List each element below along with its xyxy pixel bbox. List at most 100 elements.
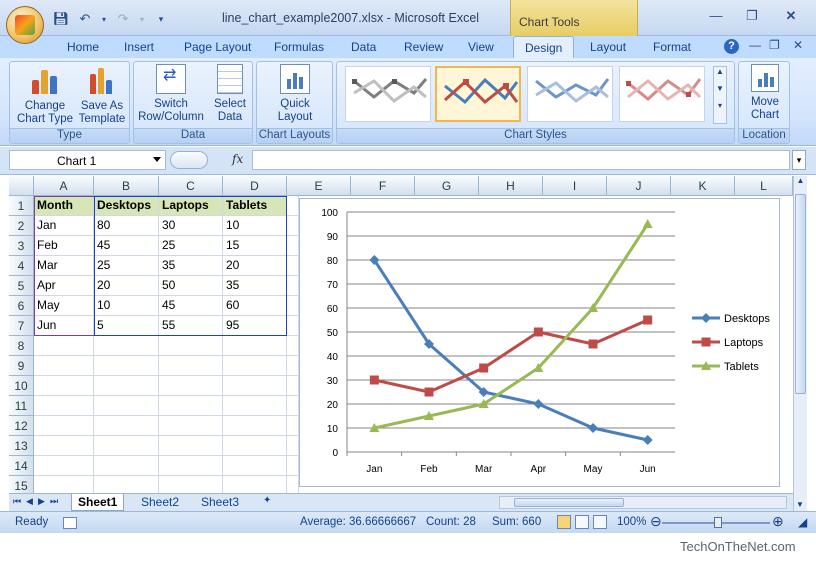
- row-header-7[interactable]: 7: [9, 316, 34, 336]
- last-sheet-icon[interactable]: ⏭︎: [50, 496, 58, 507]
- tab-view[interactable]: View: [468, 40, 494, 54]
- column-header-l[interactable]: L: [735, 176, 793, 196]
- column-header-i[interactable]: I: [543, 176, 607, 196]
- name-box[interactable]: Chart 1: [9, 150, 166, 170]
- empty-cell[interactable]: [159, 336, 223, 356]
- data-cell[interactable]: Jan: [34, 216, 94, 236]
- styles-scroll-down-icon[interactable]: ▼: [714, 84, 726, 93]
- styles-scroll-up-icon[interactable]: ▲: [714, 67, 726, 76]
- page-layout-view-icon[interactable]: [575, 515, 589, 529]
- quick-layout-button[interactable]: Quick Layout: [265, 64, 325, 124]
- redo-icon[interactable]: ↷: [114, 11, 132, 27]
- data-cell[interactable]: 95: [223, 316, 287, 336]
- formula-bar-resize-handle[interactable]: [170, 151, 208, 169]
- workbook-restore-button[interactable]: ❐: [769, 38, 780, 52]
- empty-cell[interactable]: [287, 356, 299, 376]
- select-all-corner[interactable]: [9, 176, 34, 196]
- zoom-in-icon[interactable]: ⊕: [772, 513, 784, 530]
- data-cell[interactable]: 35: [223, 276, 287, 296]
- empty-cell[interactable]: [287, 456, 299, 476]
- change-chart-type-button[interactable]: Change Chart Type: [15, 64, 75, 126]
- data-cell[interactable]: May: [34, 296, 94, 316]
- row-header-15[interactable]: 15: [9, 476, 34, 493]
- vertical-scrollbar[interactable]: ▲ ▼: [793, 176, 807, 511]
- empty-cell[interactable]: [94, 356, 159, 376]
- empty-cell[interactable]: [223, 356, 287, 376]
- insert-function-icon[interactable]: fx: [232, 152, 243, 166]
- row-header-6[interactable]: 6: [9, 296, 34, 316]
- horizontal-scrollbar[interactable]: [499, 496, 787, 509]
- empty-cell[interactable]: [287, 216, 299, 236]
- save-icon[interactable]: 💾︎: [52, 11, 70, 27]
- header-cell[interactable]: Tablets: [223, 196, 287, 216]
- empty-cell[interactable]: [94, 396, 159, 416]
- page-break-preview-icon[interactable]: [593, 515, 607, 529]
- data-cell[interactable]: 45: [94, 236, 159, 256]
- empty-cell[interactable]: [159, 436, 223, 456]
- column-header-f[interactable]: F: [351, 176, 415, 196]
- header-cell[interactable]: Desktops: [94, 196, 159, 216]
- tab-design[interactable]: Design: [513, 36, 575, 58]
- empty-cell[interactable]: [287, 256, 299, 276]
- empty-cell[interactable]: [34, 456, 94, 476]
- empty-cell[interactable]: [159, 476, 223, 493]
- undo-icon[interactable]: ↶: [76, 11, 94, 27]
- empty-cell[interactable]: [287, 396, 299, 416]
- data-cell[interactable]: 15: [223, 236, 287, 256]
- data-cell[interactable]: Feb: [34, 236, 94, 256]
- sheet-tab-sheet2[interactable]: Sheet2: [135, 494, 185, 511]
- move-chart-button[interactable]: Move Chart: [743, 64, 787, 122]
- empty-cell[interactable]: [223, 476, 287, 493]
- empty-cell[interactable]: [223, 376, 287, 396]
- resize-grip-icon[interactable]: ◢: [798, 515, 807, 529]
- data-cell[interactable]: 35: [159, 256, 223, 276]
- workbook-close-button[interactable]: ✕: [793, 38, 803, 52]
- chart-style-1[interactable]: [345, 66, 431, 122]
- data-cell[interactable]: 30: [159, 216, 223, 236]
- empty-cell[interactable]: [34, 476, 94, 493]
- empty-cell[interactable]: [34, 396, 94, 416]
- normal-view-icon[interactable]: [557, 515, 571, 529]
- empty-cell[interactable]: [159, 396, 223, 416]
- empty-cell[interactable]: [94, 436, 159, 456]
- tab-formulas[interactable]: Formulas: [274, 40, 324, 54]
- empty-cell[interactable]: [287, 436, 299, 456]
- empty-cell[interactable]: [34, 436, 94, 456]
- tab-layout[interactable]: Layout: [590, 40, 626, 54]
- column-header-j[interactable]: J: [607, 176, 671, 196]
- name-box-dropdown-icon[interactable]: [153, 157, 161, 162]
- empty-cell[interactable]: [287, 336, 299, 356]
- empty-cell[interactable]: [287, 236, 299, 256]
- empty-cell[interactable]: [223, 396, 287, 416]
- switch-row-column-button[interactable]: ⇄ Switch Row/Column: [136, 64, 206, 124]
- row-header-2[interactable]: 2: [9, 216, 34, 236]
- empty-cell[interactable]: [287, 476, 299, 493]
- styles-more-icon[interactable]: ▾: [714, 101, 726, 110]
- empty-cell[interactable]: [287, 196, 299, 216]
- row-header-8[interactable]: 8: [9, 336, 34, 356]
- data-cell[interactable]: Mar: [34, 256, 94, 276]
- scroll-down-icon[interactable]: ▼: [796, 500, 804, 509]
- save-as-template-button[interactable]: Save As Template: [76, 64, 128, 126]
- empty-cell[interactable]: [223, 456, 287, 476]
- help-icon[interactable]: ?: [724, 39, 739, 54]
- empty-cell[interactable]: [287, 416, 299, 436]
- tab-review[interactable]: Review: [404, 40, 443, 54]
- row-header-3[interactable]: 3: [9, 236, 34, 256]
- close-button[interactable]: ✕: [779, 8, 803, 26]
- empty-cell[interactable]: [223, 336, 287, 356]
- empty-cell[interactable]: [287, 296, 299, 316]
- row-header-1[interactable]: 1: [9, 196, 34, 216]
- line-chart[interactable]: 0 10 20 30 40 50 60 70 80 90 100 Jan Feb Mar Apr May Jun…: [299, 198, 780, 487]
- sheet-tab-sheet3[interactable]: Sheet3: [195, 494, 245, 511]
- prev-sheet-icon[interactable]: ◀: [26, 496, 33, 507]
- row-header-4[interactable]: 4: [9, 256, 34, 276]
- header-cell[interactable]: Month: [34, 196, 94, 216]
- empty-cell[interactable]: [94, 376, 159, 396]
- restore-button[interactable]: ❐: [740, 8, 764, 26]
- row-header-12[interactable]: 12: [9, 416, 34, 436]
- expand-formula-bar-icon[interactable]: ▾: [792, 150, 806, 170]
- data-cell[interactable]: Jun: [34, 316, 94, 336]
- column-header-a[interactable]: A: [34, 176, 94, 196]
- empty-cell[interactable]: [287, 316, 299, 336]
